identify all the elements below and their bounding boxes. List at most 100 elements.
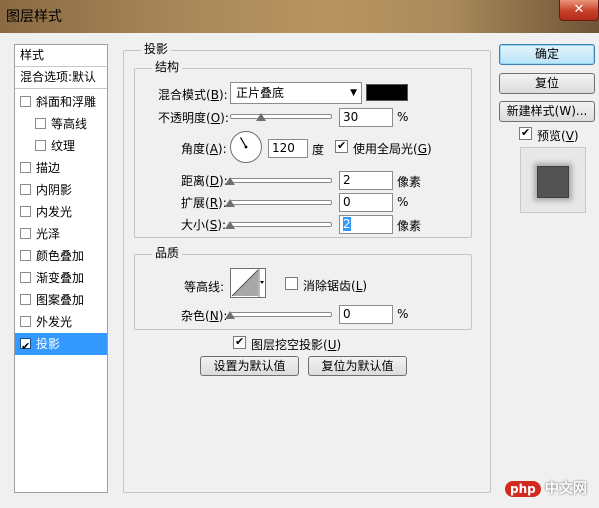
opacity-unit: %	[397, 110, 409, 124]
noise-slider-thumb[interactable]	[225, 311, 235, 319]
noise-label: 杂色(N):	[181, 309, 228, 323]
style-item-checkbox[interactable]	[20, 228, 31, 239]
style-item-checkbox[interactable]	[20, 294, 31, 305]
style-item-label: 纹理	[51, 139, 76, 153]
reset-default-button[interactable]: 复位为默认值	[308, 356, 407, 376]
blend-mode-label: 混合模式(B):	[158, 88, 228, 102]
distance-slider-thumb[interactable]	[225, 177, 235, 185]
angle-dial-graphic	[239, 137, 248, 149]
window-title: 图层样式	[6, 9, 62, 25]
global-light-checkbox[interactable]: ✔	[335, 139, 348, 153]
style-item[interactable]: 渐变叠加	[15, 267, 107, 289]
style-item-checkbox[interactable]: ✔	[20, 338, 31, 353]
size-slider-thumb[interactable]	[225, 221, 235, 229]
spread-input[interactable]: 0	[339, 193, 393, 212]
make-default-button[interactable]: 设置为默认值	[200, 356, 299, 376]
style-item[interactable]: 外发光	[15, 311, 107, 333]
style-item[interactable]: 颜色叠加	[15, 245, 107, 267]
chevron-down-icon: ▼	[350, 88, 357, 98]
blend-mode-select[interactable]: 正片叠底 ▼	[230, 82, 362, 104]
style-item-label: 投影	[36, 337, 61, 351]
style-item-checkbox[interactable]	[20, 250, 31, 261]
opacity-slider[interactable]	[230, 114, 332, 119]
size-unit: 像素	[397, 219, 422, 233]
style-item[interactable]: 内阴影	[15, 179, 107, 201]
preview-label: 预览(V)	[537, 129, 579, 143]
anti-alias-checkbox[interactable]	[285, 277, 298, 290]
checkmark-icon: ✔	[235, 335, 245, 348]
spread-slider-thumb[interactable]	[225, 199, 235, 207]
global-light-label: 使用全局光(G)	[353, 142, 432, 156]
checkmark-icon: ✔	[337, 139, 347, 152]
style-item[interactable]: 描边	[15, 157, 107, 179]
style-item-checkbox[interactable]	[20, 184, 31, 195]
style-item[interactable]: 纹理	[15, 135, 107, 157]
contour-preview-icon	[231, 269, 264, 297]
style-item[interactable]: 斜面和浮雕	[15, 91, 107, 113]
preview-box	[520, 147, 586, 213]
knockout-checkbox[interactable]: ✔	[233, 335, 246, 349]
style-item-checkbox[interactable]	[20, 272, 31, 283]
style-item-label: 外发光	[36, 315, 73, 329]
contour-label: 等高线:	[184, 280, 225, 294]
style-item-label: 渐变叠加	[36, 271, 85, 285]
drop-shadow-title: 投影	[141, 42, 172, 56]
style-item-checkbox[interactable]	[20, 206, 31, 217]
knockout-label: 图层挖空投影(U)	[251, 338, 342, 352]
style-item[interactable]: 内发光	[15, 201, 107, 223]
distance-unit: 像素	[397, 175, 422, 189]
opacity-input[interactable]: 30	[339, 108, 393, 127]
watermark: php 中文网	[505, 478, 587, 498]
blend-options-item[interactable]: 混合选项:默认	[15, 67, 107, 89]
spread-unit: %	[397, 195, 409, 209]
close-button[interactable]: ✕	[559, 0, 599, 21]
distance-slider[interactable]	[230, 178, 332, 183]
checkmark-icon: ✔	[21, 340, 31, 353]
angle-label: 角度(A):	[181, 142, 227, 156]
style-item-label: 光泽	[36, 227, 61, 241]
style-item[interactable]: 等高线	[15, 113, 107, 135]
noise-input[interactable]: 0	[339, 305, 393, 324]
reset-button[interactable]: 复位	[499, 73, 595, 94]
preview-swatch	[537, 166, 569, 198]
watermark-brand: php	[505, 481, 541, 497]
distance-label: 距离(D):	[181, 174, 228, 188]
style-item-checkbox[interactable]	[35, 140, 46, 151]
style-item-label: 图案叠加	[36, 293, 85, 307]
noise-slider[interactable]	[230, 312, 332, 317]
style-item-label: 内阴影	[36, 183, 73, 197]
style-list: 样式 混合选项:默认 斜面和浮雕等高线纹理描边内阴影内发光光泽颜色叠加渐变叠加图…	[14, 44, 108, 493]
ok-button[interactable]: 确定	[499, 44, 595, 65]
style-item-checkbox[interactable]	[20, 162, 31, 173]
shadow-color-swatch[interactable]	[366, 84, 408, 101]
new-style-button[interactable]: 新建样式(W)...	[499, 101, 595, 122]
angle-dial[interactable]	[230, 131, 262, 163]
blend-mode-value: 正片叠底	[236, 86, 285, 100]
style-item-checkbox[interactable]	[35, 118, 46, 129]
style-item-label: 颜色叠加	[36, 249, 85, 263]
noise-unit: %	[397, 307, 409, 321]
style-item-label: 等高线	[51, 117, 88, 131]
style-list-header[interactable]: 样式	[15, 45, 107, 67]
preview-checkbox[interactable]: ✔	[519, 126, 532, 140]
size-input-value: 2	[343, 217, 351, 231]
anti-alias-label: 消除锯齿(L)	[303, 279, 368, 293]
size-slider[interactable]	[230, 222, 332, 227]
checkmark-icon: ✔	[521, 126, 531, 139]
title-bar[interactable]: 图层样式	[0, 0, 599, 33]
opacity-slider-thumb[interactable]	[255, 113, 266, 121]
style-item[interactable]: 光泽	[15, 223, 107, 245]
angle-unit: 度	[312, 143, 325, 157]
style-item-checkbox[interactable]	[20, 96, 31, 107]
spread-label: 扩展(R):	[181, 196, 227, 210]
style-item-label: 内发光	[36, 205, 73, 219]
distance-input[interactable]: 2	[339, 171, 393, 190]
style-item[interactable]: 图案叠加	[15, 289, 107, 311]
size-label: 大小(S):	[181, 218, 227, 232]
size-input[interactable]: 2	[339, 215, 393, 234]
style-item-checkbox[interactable]	[20, 316, 31, 327]
style-item[interactable]: ✔ 投影	[15, 333, 107, 355]
angle-input[interactable]: 120	[268, 139, 308, 158]
spread-slider[interactable]	[230, 200, 332, 205]
contour-picker[interactable]	[230, 268, 266, 298]
